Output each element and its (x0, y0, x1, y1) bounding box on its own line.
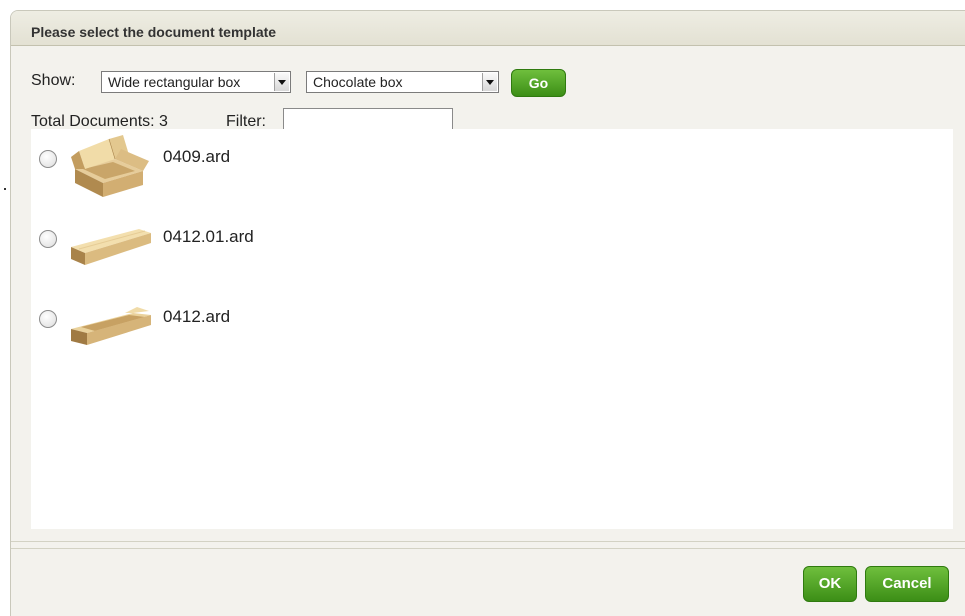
document-list: 0409.ard 0412.01.ard 0412.ard (31, 129, 953, 529)
cancel-button[interactable]: Cancel (865, 566, 949, 602)
chevron-down-icon[interactable] (274, 73, 289, 91)
edge-mark (4, 188, 6, 190)
document-radio[interactable] (39, 150, 57, 168)
box-style-select-value: Wide rectangular box (108, 74, 241, 90)
chevron-down-icon[interactable] (482, 73, 497, 91)
box-type-select-value: Chocolate box (313, 74, 403, 90)
box-style-select[interactable]: Wide rectangular box (101, 71, 291, 93)
document-name: 0412.01.ard (163, 227, 254, 246)
dialog-title: Please select the document template (31, 24, 277, 40)
document-radio[interactable] (39, 310, 57, 328)
go-button[interactable]: Go (511, 69, 566, 97)
list-item[interactable]: 0409.ard (31, 131, 431, 201)
show-label: Show: (31, 72, 76, 89)
document-name: 0409.ard (163, 147, 231, 166)
document-name: 0412.ard (163, 307, 231, 326)
flat-box-icon (71, 307, 151, 345)
box-type-select[interactable]: Chocolate box (306, 71, 499, 93)
select-template-dialog: Please select the document template Show… (10, 10, 965, 616)
list-item[interactable]: 0412.ard (31, 291, 431, 361)
footer-divider (11, 541, 965, 542)
flat-box-icon (71, 229, 151, 265)
dialog-titlebar: Please select the document template (11, 11, 965, 46)
list-item[interactable]: 0412.01.ard (31, 211, 431, 281)
document-radio[interactable] (39, 230, 57, 248)
show-filter-row: Show: Wide rectangular box Chocolate box… (31, 69, 591, 97)
footer-divider (11, 548, 965, 549)
ok-button[interactable]: OK (803, 566, 857, 602)
open-box-icon (71, 135, 149, 197)
